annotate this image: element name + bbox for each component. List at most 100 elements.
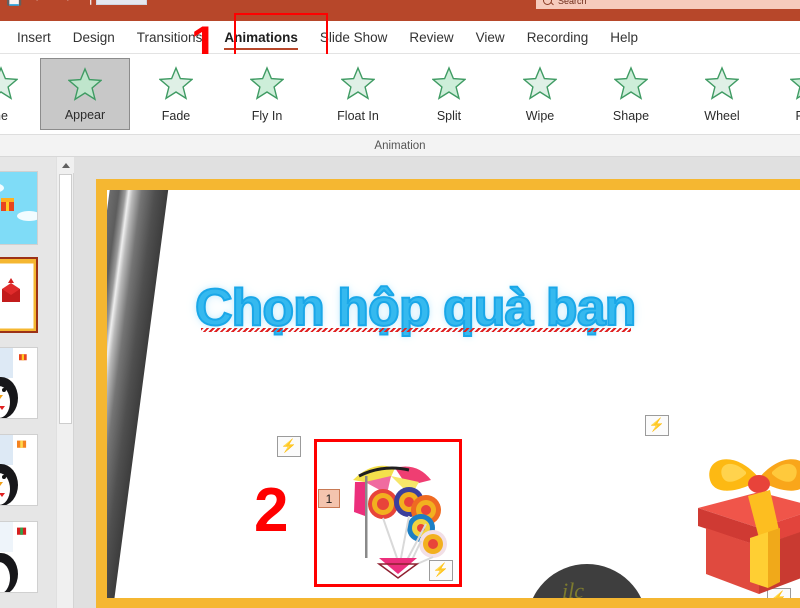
animation-effect-wipe[interactable]: Wipe bbox=[495, 58, 585, 130]
lightning-bolt-icon: ⚡ bbox=[280, 438, 298, 453]
thumb3-art bbox=[0, 348, 37, 418]
quick-access-toolbar: 💾 ↶ ↷ ⌈ bbox=[6, 0, 99, 6]
gray-pole-shape[interactable] bbox=[107, 190, 169, 598]
animation-gallery-panel: ne Appear Fade Fly In Float In Split Wip… bbox=[0, 54, 800, 135]
animation-group-label: Animation bbox=[0, 135, 800, 157]
search-icon bbox=[543, 0, 552, 5]
slide-canvas[interactable]: Chọn hộp quà bạn ⚡ ⚡ ⚡ 1 ⚡ 2 ilc bbox=[96, 179, 800, 608]
slide-content: Chọn hộp quà bạn ⚡ ⚡ ⚡ 1 ⚡ 2 ilc bbox=[107, 190, 800, 598]
thumb5-art bbox=[0, 522, 37, 592]
animation-effect-split[interactable]: Split bbox=[404, 58, 494, 130]
lightning-bolt-icon: ⚡ bbox=[648, 417, 666, 432]
star-glyph bbox=[340, 66, 376, 100]
selected-candy-picture[interactable]: 1 ⚡ bbox=[314, 439, 462, 587]
tab-help[interactable]: Help bbox=[599, 21, 649, 54]
thumbnail-scrollbar[interactable] bbox=[57, 157, 74, 608]
trigger-icon-right[interactable]: ⚡ bbox=[645, 415, 669, 436]
none-star-icon bbox=[0, 64, 19, 105]
bottom-script-text: ilc bbox=[562, 578, 584, 598]
tab-label: Insert bbox=[17, 30, 51, 45]
spellcheck-underline bbox=[201, 328, 632, 332]
lightning-bolt-icon: ⚡ bbox=[432, 562, 450, 577]
gift-art bbox=[698, 459, 800, 594]
tab-view[interactable]: View bbox=[465, 21, 516, 54]
thumb1-art bbox=[0, 172, 37, 244]
animation-effect-label: Float In bbox=[337, 109, 379, 123]
star-glyph bbox=[158, 66, 194, 100]
tab-transitions[interactable]: Transitions bbox=[126, 21, 214, 54]
undo-icon[interactable]: ↶ bbox=[32, 0, 47, 6]
animation-effect-fade[interactable]: Fade bbox=[131, 58, 221, 130]
animation-effect-label: Split bbox=[436, 109, 462, 123]
bottom-dark-shape bbox=[527, 564, 647, 598]
thumb2-art bbox=[0, 259, 36, 331]
panel-divider bbox=[74, 157, 80, 608]
thumbnail-5-content bbox=[0, 522, 37, 592]
fly-in-star-icon bbox=[249, 64, 285, 105]
search-input[interactable]: Search bbox=[536, 0, 800, 9]
star-glyph bbox=[67, 67, 103, 101]
tab-animations[interactable]: Animations bbox=[213, 21, 309, 54]
list-item[interactable] bbox=[0, 347, 38, 419]
tab-slide-show[interactable]: Slide Show bbox=[309, 21, 399, 54]
fade-star-icon bbox=[158, 64, 194, 105]
float-in-star-icon bbox=[340, 64, 376, 105]
star-glyph bbox=[522, 66, 558, 100]
tab-insert[interactable]: Insert bbox=[6, 21, 62, 54]
ribbon-tabstrip: Insert Design Transitions Animations Slide S… bbox=[0, 21, 800, 54]
random-bars-star-icon bbox=[789, 64, 800, 105]
tab-label: Transitions bbox=[136, 30, 203, 45]
animation-sequence-tag[interactable]: 1 bbox=[318, 489, 340, 508]
ribbon-tabs: Insert Design Transitions Animations Slide S… bbox=[0, 21, 800, 54]
tab-label: Help bbox=[610, 30, 638, 45]
slide-thumbnail-panel[interactable] bbox=[0, 157, 56, 608]
thumbnail-1-content bbox=[0, 172, 37, 244]
list-item[interactable] bbox=[0, 171, 38, 245]
redo-icon[interactable]: ↷ bbox=[58, 0, 73, 6]
split-star-icon bbox=[431, 64, 467, 105]
animation-effect-float-in[interactable]: Float In bbox=[313, 58, 403, 130]
animation-effect-wheel[interactable]: Wheel bbox=[677, 58, 767, 130]
powerpoint-window: 💾 ↶ ↷ ⌈ Search Insert Design Transitions An… bbox=[0, 0, 800, 608]
list-item[interactable] bbox=[0, 257, 38, 333]
tab-design[interactable]: Design bbox=[62, 21, 126, 54]
animation-effect-fly-in[interactable]: Fly In bbox=[222, 58, 312, 130]
annotation-number-2: 2 bbox=[254, 476, 289, 545]
thumb4-art bbox=[0, 435, 37, 505]
tab-recording[interactable]: Recording bbox=[516, 21, 600, 54]
tab-label: Review bbox=[409, 30, 454, 45]
work-area: Chọn hộp quà bạn ⚡ ⚡ ⚡ 1 ⚡ 2 ilc bbox=[0, 157, 800, 608]
star-glyph bbox=[0, 66, 19, 100]
star-glyph bbox=[704, 66, 740, 100]
star-glyph bbox=[431, 66, 467, 100]
qat-more-box[interactable] bbox=[96, 0, 147, 5]
wheel-star-icon bbox=[704, 64, 740, 105]
tab-label: Animations bbox=[224, 30, 298, 45]
animation-effect-shape[interactable]: Shape bbox=[586, 58, 676, 130]
gift-box-image[interactable] bbox=[684, 442, 800, 598]
animation-effect-ran[interactable]: Ran bbox=[762, 58, 800, 130]
save-icon[interactable]: 💾 bbox=[6, 0, 22, 6]
list-item[interactable] bbox=[0, 521, 38, 593]
title-bar: 💾 ↶ ↷ ⌈ Search bbox=[0, 0, 800, 21]
trigger-icon-candy[interactable]: ⚡ bbox=[429, 560, 453, 581]
slide-title[interactable]: Chọn hộp quà bạn bbox=[194, 278, 637, 338]
star-glyph bbox=[613, 66, 649, 100]
star-glyph bbox=[789, 78, 800, 100]
trigger-icon-left[interactable]: ⚡ bbox=[277, 436, 301, 457]
tab-review[interactable]: Review bbox=[398, 21, 464, 54]
tab-label: Recording bbox=[526, 30, 589, 45]
animation-effect-label: Fade bbox=[161, 109, 191, 123]
thumbnail-4-content bbox=[0, 435, 37, 505]
tab-label: Design bbox=[72, 30, 115, 45]
animation-effect-label: Ran bbox=[762, 109, 800, 123]
animation-effect-appear[interactable]: Appear bbox=[40, 58, 130, 130]
tab-label: Slide Show bbox=[319, 30, 388, 45]
thumbnail-2-content bbox=[0, 259, 36, 331]
thumbnail-3-content bbox=[0, 348, 37, 418]
animation-effect-label: Wipe bbox=[525, 109, 555, 123]
scroll-up-arrow-icon[interactable] bbox=[57, 157, 74, 173]
shape-star-icon bbox=[613, 64, 649, 105]
scrollbar-thumb[interactable] bbox=[59, 174, 72, 424]
list-item[interactable] bbox=[0, 434, 38, 506]
